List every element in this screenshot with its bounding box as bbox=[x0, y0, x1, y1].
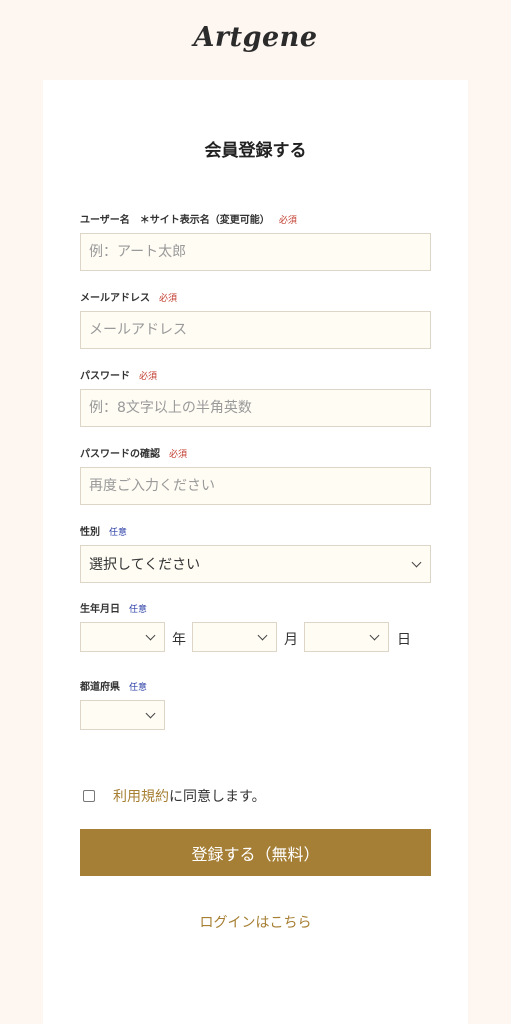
required-badge: 必須 bbox=[139, 372, 158, 382]
email-input[interactable] bbox=[80, 311, 431, 349]
month-unit: 月 bbox=[284, 632, 298, 648]
birth-month-select[interactable] bbox=[192, 622, 277, 652]
birth-day-select[interactable] bbox=[304, 622, 389, 652]
terms-agree-text: に同意します。 bbox=[169, 789, 266, 805]
chevron-down-icon bbox=[411, 557, 422, 567]
email-label: メールアドレス 必須 bbox=[80, 289, 177, 304]
terms-checkbox[interactable] bbox=[83, 790, 95, 802]
birthday-label-text: 生年月日 bbox=[80, 604, 120, 615]
chevron-down-icon bbox=[369, 630, 380, 640]
login-link[interactable]: ログインはこちら bbox=[43, 912, 468, 932]
username-input[interactable] bbox=[80, 233, 431, 271]
optional-badge: 任意 bbox=[129, 605, 148, 615]
password-confirm-input[interactable] bbox=[80, 467, 431, 505]
terms-link[interactable]: 利用規約 bbox=[113, 786, 169, 806]
page-title: 会員登録する bbox=[204, 141, 307, 161]
prefecture-select[interactable] bbox=[80, 700, 165, 730]
username-label-text: ユーザー名 ＊サイト表示名（変更可能） bbox=[80, 215, 270, 226]
prefecture-label-text: 都道府県 bbox=[80, 682, 120, 693]
chevron-down-icon bbox=[145, 708, 156, 718]
password-label-text: パスワード bbox=[80, 371, 130, 382]
year-unit: 年 bbox=[172, 632, 186, 648]
register-button[interactable]: 登録する（無料） bbox=[80, 829, 431, 876]
birth-year-select[interactable] bbox=[80, 622, 165, 652]
email-label-text: メールアドレス bbox=[80, 293, 150, 304]
gender-select[interactable]: 選択してください bbox=[80, 545, 431, 583]
password-confirm-label-text: パスワードの確認 bbox=[80, 449, 160, 460]
optional-badge: 任意 bbox=[109, 528, 128, 538]
terms-agreement: 利用規約 に同意します。 bbox=[83, 786, 266, 806]
required-badge: 必須 bbox=[159, 294, 178, 304]
gender-label: 性別 任意 bbox=[80, 523, 127, 538]
username-label: ユーザー名 ＊サイト表示名（変更可能） 必須 bbox=[80, 211, 297, 226]
required-badge: 必須 bbox=[169, 450, 188, 460]
optional-badge: 任意 bbox=[129, 683, 148, 693]
brand-logo[interactable]: Artgene bbox=[0, 22, 511, 53]
gender-select-value: 選択してください bbox=[89, 557, 201, 573]
registration-card: 会員登録する ユーザー名 ＊サイト表示名（変更可能）必須 メールアドレス必須 パ… bbox=[43, 80, 468, 1024]
day-unit: 日 bbox=[397, 632, 411, 648]
chevron-down-icon bbox=[257, 630, 268, 640]
password-confirm-label: パスワードの確認 必須 bbox=[80, 445, 187, 460]
password-label: パスワード 必須 bbox=[80, 367, 157, 382]
prefecture-label: 都道府県 任意 bbox=[80, 678, 147, 693]
chevron-down-icon bbox=[145, 630, 156, 640]
gender-label-text: 性別 bbox=[80, 527, 100, 538]
required-badge: 必須 bbox=[278, 216, 297, 226]
birthday-label: 生年月日 任意 bbox=[80, 600, 147, 615]
password-input[interactable] bbox=[80, 389, 431, 427]
